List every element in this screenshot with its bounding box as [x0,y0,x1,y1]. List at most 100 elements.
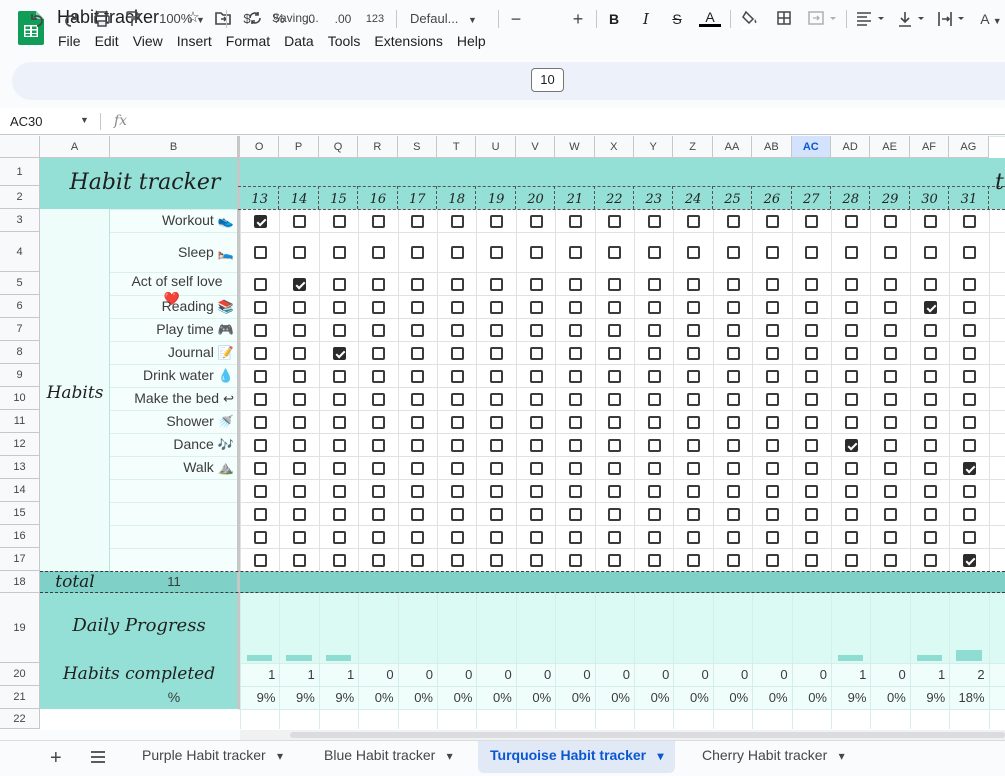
habit-checkbox[interactable] [371,346,385,360]
habit-checkbox[interactable] [765,246,779,259]
habit-checkbox[interactable] [568,438,582,452]
chevron-down-icon[interactable]: ▾ [274,749,283,763]
habit-checkbox[interactable] [805,323,819,337]
habit-checkbox[interactable] [253,530,267,544]
habit-checkbox[interactable] [490,369,504,383]
habit-checkbox[interactable] [529,530,543,544]
habit-checkbox[interactable] [844,323,858,337]
habit-checkbox[interactable] [568,530,582,544]
move-folder-icon[interactable] [214,9,232,27]
habit-checkbox[interactable] [647,323,661,337]
text-wrap-icon[interactable] [936,0,970,38]
habit-checkbox[interactable] [805,300,819,314]
text-color-button[interactable]: A [699,0,721,38]
habit-checkbox[interactable] [687,553,701,567]
font-select[interactable]: Defaul... ▼ [404,0,488,38]
habit-checkbox[interactable] [765,530,779,544]
habit-checkbox[interactable] [608,530,622,544]
all-sheets-icon[interactable] [90,747,106,772]
habit-checkbox[interactable] [647,484,661,498]
strikethrough-button[interactable]: S [668,0,686,38]
borders-icon[interactable] [774,0,794,38]
habit-checkbox[interactable] [765,346,779,360]
habit-checkbox[interactable] [884,277,898,291]
habit-checkbox[interactable] [371,484,385,498]
habit-checkbox[interactable] [726,530,740,544]
text-rotation-button[interactable]: A ▼ [976,0,1005,38]
habit-checkbox[interactable] [411,346,425,360]
column-header-x[interactable]: X [594,136,634,158]
row-header-7[interactable]: 7 [0,318,40,341]
print-icon[interactable] [92,0,112,38]
habit-checkbox[interactable] [884,300,898,314]
habit-checkbox[interactable] [726,346,740,360]
habit-checkbox[interactable] [647,507,661,521]
row-header-2[interactable]: 2 [0,186,40,209]
habit-checkbox[interactable] [411,438,425,452]
habit-checkbox[interactable] [687,323,701,337]
habit-checkbox[interactable] [568,277,582,291]
habit-checkbox[interactable] [332,214,346,228]
habit-checkbox[interactable] [450,484,464,498]
habit-checkbox[interactable] [647,300,661,314]
row-header-9[interactable]: 9 [0,364,40,387]
habit-checkbox[interactable] [411,507,425,521]
habit-checkbox[interactable] [411,369,425,383]
habit-checkbox[interactable] [253,300,267,314]
percent-format-button[interactable]: % [270,0,288,38]
habit-checkbox[interactable] [687,392,701,406]
habit-checkbox[interactable] [293,300,307,314]
habit-checkbox[interactable] [923,369,937,383]
habit-checkbox[interactable] [332,553,346,567]
habit-checkbox[interactable] [844,300,858,314]
habit-checkbox[interactable] [923,438,937,452]
row-header-15[interactable]: 15 [0,502,40,525]
habit-checkbox[interactable] [332,392,346,406]
row-header-22[interactable]: 22 [0,709,40,729]
habit-checkbox[interactable] [805,392,819,406]
habit-checkbox[interactable] [884,246,898,259]
habit-checkbox[interactable] [884,484,898,498]
column-header-v[interactable]: V [515,136,556,158]
column-header-b[interactable]: B [110,136,238,158]
habit-checkbox[interactable] [529,484,543,498]
habit-checkbox[interactable] [923,553,937,567]
habit-checkbox[interactable] [765,277,779,291]
row-header-21[interactable]: 21 [0,686,40,709]
habit-checkbox[interactable] [647,530,661,544]
column-header-r[interactable]: R [358,136,398,158]
habit-checkbox[interactable] [411,484,425,498]
habit-checkbox[interactable] [765,438,779,452]
habit-checkbox[interactable] [253,346,267,360]
habit-checkbox[interactable] [647,461,661,475]
habit-checkbox[interactable] [411,553,425,567]
habit-checkbox[interactable] [253,415,267,429]
habit-checkbox[interactable] [765,323,779,337]
habit-checkbox[interactable] [411,323,425,337]
sheet-tab[interactable]: Purple Habit tracker ▾ [130,741,295,773]
habit-checkbox[interactable] [608,415,622,429]
habit-checkbox[interactable] [608,484,622,498]
bold-button[interactable]: B [606,0,622,38]
habit-checkbox[interactable] [844,246,858,259]
habit-checkbox[interactable] [371,530,385,544]
row-header-14[interactable]: 14 [0,479,40,502]
habit-checkbox[interactable] [490,323,504,337]
habit-checkbox[interactable] [962,214,976,228]
habit-checkbox[interactable] [293,530,307,544]
habit-checkbox[interactable] [371,553,385,567]
formula-input[interactable] [140,113,980,130]
row-header-20[interactable]: 20 [0,663,40,686]
habit-checkbox[interactable] [490,214,504,228]
habit-checkbox[interactable] [490,346,504,360]
habit-checkbox[interactable] [371,369,385,383]
habit-checkbox[interactable] [450,346,464,360]
habit-checkbox[interactable] [332,507,346,521]
habit-checkbox[interactable] [332,369,346,383]
habit-checkbox[interactable] [805,246,819,259]
habit-checkbox[interactable] [962,507,976,521]
habit-checkbox[interactable] [884,323,898,337]
habit-checkbox[interactable] [332,461,346,475]
habit-checkbox[interactable] [923,415,937,429]
habit-checkbox[interactable] [805,553,819,567]
